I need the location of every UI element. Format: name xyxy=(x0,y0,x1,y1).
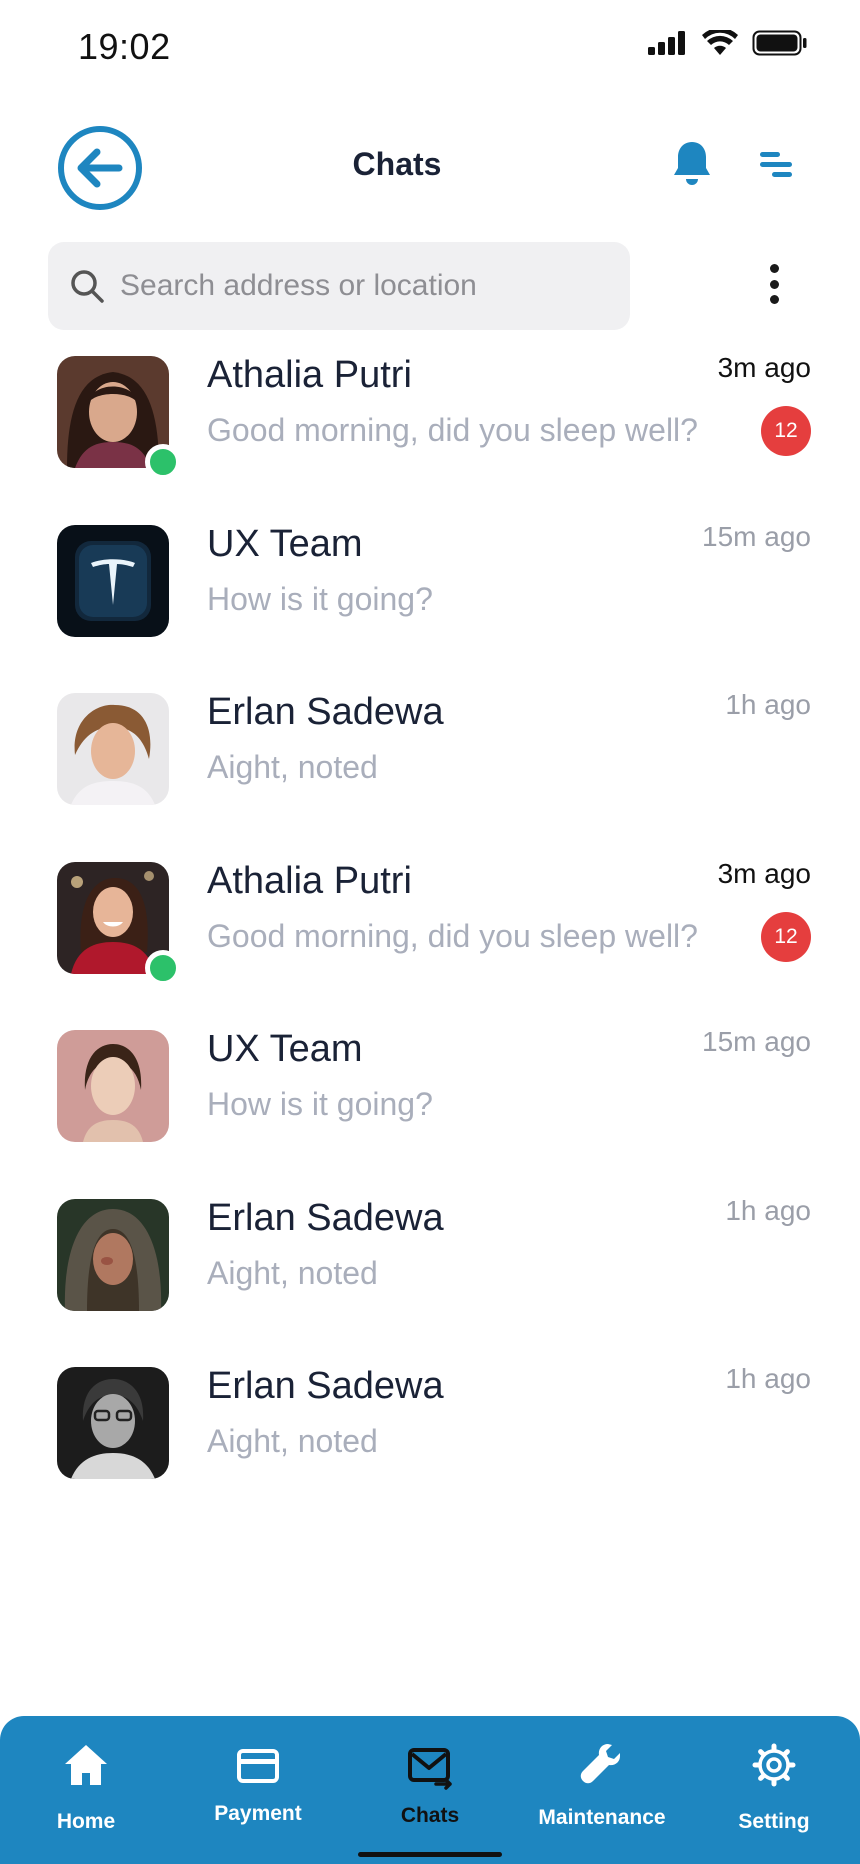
avatar-wrap xyxy=(57,693,169,805)
chat-time: 3m ago xyxy=(717,352,811,383)
avatar-wrap xyxy=(57,1367,169,1479)
chat-name: Athalia Putri xyxy=(207,859,412,902)
chat-last-message: Good morning, did you sleep well? xyxy=(207,917,698,954)
chat-name: Erlan Sadewa xyxy=(207,1196,444,1239)
chat-list-item[interactable]: UX Team How is it going? 15m ago xyxy=(0,521,860,690)
avatar[interactable] xyxy=(57,693,169,805)
search-icon xyxy=(71,270,104,303)
menu-icon xyxy=(760,152,792,177)
more-dot-icon xyxy=(769,279,779,289)
nav-label: Home xyxy=(56,1810,116,1833)
chat-name: UX Team xyxy=(207,522,363,565)
wrench-icon xyxy=(580,1744,620,1784)
online-status-dot xyxy=(145,444,181,480)
bell-icon xyxy=(674,142,710,185)
chat-last-message: Aight, noted xyxy=(207,749,378,785)
nav-item-maintenance[interactable]: Maintenance xyxy=(516,1716,688,1864)
chat-list-item[interactable]: Erlan Sadewa Aight, noted 1h ago xyxy=(0,1363,860,1532)
bottom-navigation: Home Payment Chats Maintenance Setting xyxy=(0,1716,860,1864)
battery-icon xyxy=(752,30,807,56)
status-icons xyxy=(648,30,808,56)
chat-time: 1h ago xyxy=(725,689,811,720)
avatar-wrap xyxy=(57,356,181,480)
status-time: 19:02 xyxy=(78,26,171,67)
chat-time: 1h ago xyxy=(725,1194,811,1226)
nav-label: Maintenance xyxy=(538,1806,666,1829)
more-dot-icon xyxy=(769,295,779,304)
avatar-wrap xyxy=(57,861,181,986)
avatar[interactable] xyxy=(57,1030,169,1142)
chat-last-message: How is it going? xyxy=(207,1086,433,1122)
chat-time: 1h ago xyxy=(725,1363,811,1394)
active-tab-indicator xyxy=(358,1852,502,1857)
credit-card-icon xyxy=(237,1749,279,1783)
chat-time: 3m ago xyxy=(717,857,811,889)
chat-list: Athalia Putri Good morning, did you slee… xyxy=(0,352,860,1532)
wifi-icon xyxy=(702,30,738,55)
chat-time: 15m ago xyxy=(702,1026,811,1057)
avatar-wrap xyxy=(57,1198,169,1311)
avatar[interactable] xyxy=(57,1198,169,1311)
header: Chats xyxy=(0,118,860,218)
chat-name: UX Team xyxy=(207,1028,363,1070)
chat-list-item[interactable]: Athalia Putri Good morning, did you slee… xyxy=(0,352,860,521)
gear-icon xyxy=(752,1743,796,1787)
avatar-wrap xyxy=(57,1030,169,1142)
home-icon xyxy=(65,1745,107,1785)
avatar-wrap xyxy=(57,524,169,637)
nav-label: Setting xyxy=(738,1810,810,1833)
menu-button[interactable] xyxy=(756,148,796,182)
chat-last-message: Aight, noted xyxy=(207,1423,378,1459)
notifications-button[interactable] xyxy=(672,140,712,188)
status-bar: 19:02 xyxy=(0,0,860,96)
chat-last-message: How is it going? xyxy=(207,580,433,617)
search-input[interactable] xyxy=(120,269,580,303)
avatar[interactable] xyxy=(57,1367,169,1479)
nav-label: Payment xyxy=(214,1802,302,1825)
unread-badge: 12 xyxy=(761,406,811,456)
chat-list-item[interactable]: Erlan Sadewa Aight, noted 1h ago xyxy=(0,689,860,858)
chat-list-item[interactable]: UX Team How is it going? 15m ago xyxy=(0,1026,860,1195)
chat-name: Erlan Sadewa xyxy=(207,691,444,733)
more-options-button[interactable] xyxy=(762,262,786,306)
nav-label: Chats xyxy=(400,1804,460,1827)
nav-item-chats[interactable]: Chats xyxy=(344,1716,516,1864)
mail-icon xyxy=(408,1748,452,1790)
chat-name: Erlan Sadewa xyxy=(207,1365,444,1407)
chat-last-message: Aight, noted xyxy=(207,1254,378,1291)
search-box[interactable] xyxy=(48,242,630,330)
chat-list-item[interactable]: Athalia Putri Good morning, did you slee… xyxy=(0,858,860,1027)
unread-badge: 12 xyxy=(761,911,811,962)
nav-item-setting[interactable]: Setting xyxy=(688,1716,860,1864)
signal-icon xyxy=(648,31,685,55)
nav-item-home[interactable]: Home xyxy=(0,1716,172,1864)
chat-last-message: Good morning, did you sleep well? xyxy=(207,412,698,448)
chat-time: 15m ago xyxy=(702,520,811,552)
chat-list-item[interactable]: Erlan Sadewa Aight, noted 1h ago xyxy=(0,1195,860,1364)
avatar[interactable] xyxy=(57,524,169,637)
more-dot-icon xyxy=(769,264,779,273)
nav-item-payment[interactable]: Payment xyxy=(172,1716,344,1864)
chat-name: Athalia Putri xyxy=(207,354,412,396)
online-status-dot xyxy=(145,949,181,986)
